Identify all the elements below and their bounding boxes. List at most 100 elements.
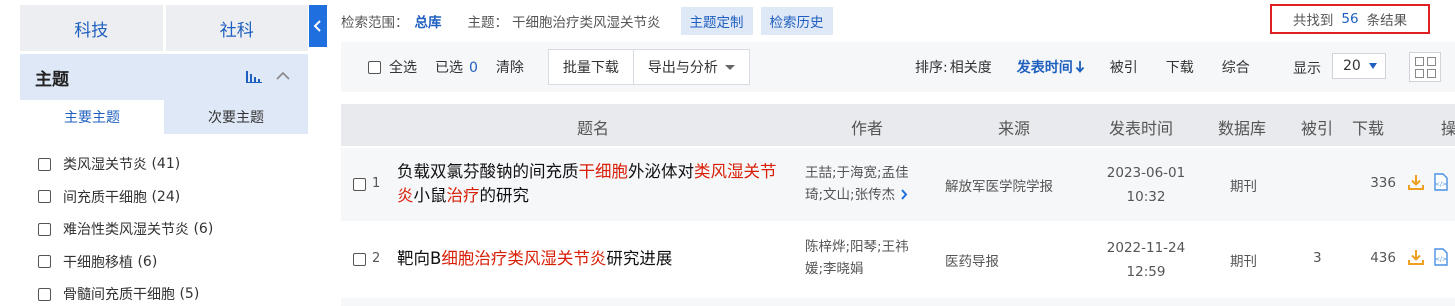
- sort-comprehensive[interactable]: 综合: [1222, 57, 1250, 77]
- facet-label: 干细胞移植: [63, 254, 133, 271]
- author-cell[interactable]: 王喆;于海宽;孟佳 琦;文山;张传杰: [805, 162, 925, 206]
- facet-checkbox[interactable]: [38, 255, 51, 269]
- sort-downloads[interactable]: 下载: [1166, 57, 1194, 77]
- row-checkbox[interactable]: [353, 178, 366, 191]
- custom-topic-button[interactable]: 主题定制: [680, 7, 753, 35]
- tab-primary-topic[interactable]: 主要主题: [20, 100, 164, 134]
- topic-facet-header[interactable]: 主题: [20, 54, 308, 100]
- chevron-up-icon[interactable]: [276, 71, 290, 81]
- download-icon[interactable]: [1408, 174, 1424, 190]
- sort-publish-time-label: 发表时间: [1016, 60, 1073, 76]
- select-all-checkbox[interactable]: 全选: [368, 57, 417, 77]
- publish-date: 2023-06-01 10:32: [1101, 161, 1191, 209]
- col-source: 来源: [998, 119, 1031, 138]
- list-item[interactable]: 骨髓间充质干细胞 (5): [38, 278, 213, 306]
- facet-checkbox[interactable]: [38, 287, 51, 301]
- facet-count: (6): [193, 221, 214, 238]
- col-downloads[interactable]: 下载: [1352, 115, 1384, 139]
- author-line: 陈梓烨;阳琴;王祎: [805, 239, 909, 255]
- sort-publish-time[interactable]: 发表时间: [1017, 57, 1085, 77]
- topic-subtabs: 主要主题 次要主题: [20, 100, 308, 134]
- table-row: 1 负载双氯芬酸钠的间充质干细胞外泌体对类风湿关节炎小鼠治疗的研究 王喆;于海宽…: [341, 148, 1455, 221]
- list-item[interactable]: 干细胞移植 (6): [38, 246, 213, 279]
- bar-chart-icon[interactable]: [246, 69, 262, 83]
- facet-checkbox[interactable]: [38, 190, 51, 204]
- database-cell: 期刊: [1230, 254, 1257, 270]
- facet-count: (24): [151, 188, 181, 205]
- tab-social-science[interactable]: 社科: [165, 5, 308, 51]
- download-count: 436: [1370, 250, 1396, 266]
- sidebar-collapse-button[interactable]: [309, 5, 327, 47]
- col-actions: 操: [1441, 119, 1455, 138]
- svg-text:</>: </>: [1435, 181, 1447, 188]
- title-segment: 靶向B: [397, 249, 442, 268]
- row-checkbox[interactable]: [353, 253, 366, 266]
- results-main: 检索范围： 总库 主题： 干细胞治疗类风湿关节炎 主题定制 检索历史 共找到 5…: [327, 0, 1455, 306]
- list-item[interactable]: 间充质干细胞 (24): [38, 181, 213, 214]
- sort-label: 排序:: [915, 60, 948, 76]
- publish-date: 2022-11-24 12:59: [1101, 236, 1191, 284]
- checkbox[interactable]: [368, 60, 381, 74]
- list-item[interactable]: 类风湿关节炎 (41): [38, 148, 213, 181]
- caret-down-icon: [1369, 63, 1377, 69]
- page-size-value: 20: [1343, 58, 1361, 74]
- title-segment: 负载双氯芬酸钠的间充质: [397, 162, 579, 181]
- sort-down-arrow-icon: [1075, 61, 1084, 73]
- export-analyze-dropdown[interactable]: 导出与分析: [633, 49, 750, 85]
- tab-tech[interactable]: 科技: [20, 5, 163, 51]
- select-all-label: 全选: [389, 60, 417, 76]
- grid-view-icon[interactable]: [1409, 52, 1441, 82]
- tab-secondary-topic[interactable]: 次要主题: [164, 100, 308, 134]
- article-title-link[interactable]: 靶向B细胞治疗类风湿关节炎研究进展: [397, 247, 787, 271]
- facet-label: 类风湿关节炎: [63, 157, 147, 174]
- result-count: 56: [1341, 11, 1359, 27]
- author-line: 王喆;于海宽;孟佳: [805, 165, 909, 181]
- facet-checkbox[interactable]: [38, 222, 51, 236]
- result-suffix: 条结果: [1366, 13, 1408, 29]
- caret-down-icon: [724, 65, 735, 70]
- topic-facet-list: 类风湿关节炎 (41) 间充质干细胞 (24) 难治性类风湿关节炎 (6) 干细…: [38, 148, 213, 306]
- scope-value[interactable]: 总库: [415, 11, 442, 31]
- sort-cited[interactable]: 被引: [1110, 57, 1138, 77]
- col-title[interactable]: 题名: [577, 115, 609, 139]
- title-highlight: 治疗: [446, 186, 480, 205]
- batch-download-button[interactable]: 批量下载: [547, 49, 634, 85]
- table-row: 2 靶向B细胞治疗类风湿关节炎研究进展 陈梓烨;阳琴;王祎 媛;李晓娟 医药导报…: [341, 223, 1455, 296]
- col-cited[interactable]: 被引: [1301, 115, 1333, 139]
- html-file-icon[interactable]: </>: [1434, 173, 1448, 191]
- facet-title: 主题: [35, 69, 69, 90]
- search-results-page: 科技 社科 主题 主要主题 次要主题 类风湿关节炎 (41) 间充质干细胞 (2…: [0, 0, 1455, 306]
- col-date[interactable]: 发表时间: [1109, 115, 1173, 139]
- time-value: 10:32: [1126, 189, 1166, 205]
- title-highlight: 细胞治疗类风湿关节炎: [441, 249, 607, 268]
- facet-count: (6): [137, 253, 158, 270]
- topic-label: 主题：: [467, 15, 509, 31]
- download-count: 336: [1370, 175, 1396, 191]
- search-history-button[interactable]: 检索历史: [760, 7, 833, 35]
- selected-text: 已选: [435, 60, 463, 76]
- facet-label: 难治性类风湿关节炎: [63, 222, 189, 239]
- facet-checkbox[interactable]: [38, 157, 51, 171]
- download-icon[interactable]: [1408, 249, 1424, 265]
- source-link[interactable]: 医药导报: [945, 250, 999, 270]
- author-cell[interactable]: 陈梓烨;阳琴;王祎 媛;李晓娟: [805, 236, 925, 280]
- cited-count: 3: [1313, 250, 1322, 266]
- results-table-header: 题名 作者 来源 发表时间 数据库 被引 下载 操: [341, 104, 1455, 146]
- html-file-icon[interactable]: </>: [1434, 248, 1448, 266]
- facet-label: 间充质干细胞: [63, 189, 147, 206]
- export-analyze-label: 导出与分析: [647, 60, 718, 76]
- chevron-right-icon[interactable]: [900, 189, 908, 200]
- title-highlight: 干细胞: [578, 162, 629, 181]
- article-title-link[interactable]: 负载双氯芬酸钠的间充质干细胞外泌体对类风湿关节炎小鼠治疗的研究: [397, 160, 787, 208]
- page-size-select[interactable]: 20: [1332, 53, 1386, 79]
- title-segment: 小鼠: [413, 186, 447, 205]
- topic-value: 干细胞治疗类风湿关节炎: [512, 15, 661, 31]
- sort-relevance[interactable]: 相关度: [950, 57, 992, 77]
- source-link[interactable]: 解放军医学院学报: [945, 175, 1053, 195]
- chevron-left-icon: [313, 20, 321, 32]
- list-item[interactable]: 难治性类风湿关节炎 (6): [38, 213, 213, 246]
- col-author: 作者: [851, 119, 884, 138]
- category-tabs: 科技 社科: [20, 5, 308, 51]
- clear-selection-button[interactable]: 清除: [496, 57, 524, 77]
- row-index: 1: [372, 176, 381, 191]
